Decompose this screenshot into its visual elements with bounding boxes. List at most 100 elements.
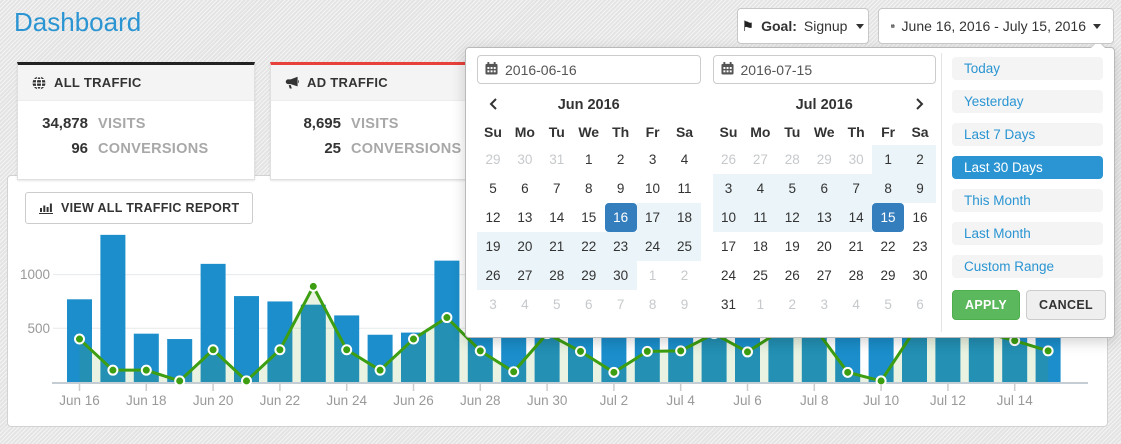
range-item-last-7-days[interactable]: Last 7 Days bbox=[952, 123, 1103, 146]
day-cell[interactable]: 26 bbox=[776, 261, 808, 290]
day-cell[interactable]: 21 bbox=[840, 232, 872, 261]
day-cell[interactable]: 5 bbox=[872, 290, 904, 319]
day-cell[interactable]: 14 bbox=[840, 203, 872, 232]
day-cell[interactable]: 5 bbox=[776, 174, 808, 203]
day-cell[interactable]: 10 bbox=[637, 174, 669, 203]
day-cell[interactable]: 8 bbox=[573, 174, 605, 203]
day-cell[interactable]: 20 bbox=[509, 232, 541, 261]
day-cell[interactable]: 11 bbox=[669, 174, 701, 203]
day-cell[interactable]: 25 bbox=[669, 232, 701, 261]
day-cell[interactable]: 6 bbox=[904, 290, 936, 319]
end-date-input[interactable] bbox=[713, 55, 937, 84]
day-cell[interactable]: 18 bbox=[669, 203, 701, 232]
day-cell[interactable]: 6 bbox=[573, 290, 605, 319]
day-cell[interactable]: 2 bbox=[669, 261, 701, 290]
date-range-button[interactable]: June 16, 2016 - July 15, 2016 bbox=[878, 8, 1114, 44]
day-cell[interactable]: 5 bbox=[477, 174, 509, 203]
day-cell[interactable]: 13 bbox=[808, 203, 840, 232]
day-cell[interactable]: 10 bbox=[713, 203, 745, 232]
day-cell[interactable]: 4 bbox=[509, 290, 541, 319]
day-cell[interactable]: 30 bbox=[840, 145, 872, 174]
day-cell[interactable]: 2 bbox=[904, 145, 936, 174]
day-cell[interactable]: 19 bbox=[776, 232, 808, 261]
day-cell[interactable]: 30 bbox=[605, 261, 637, 290]
day-cell[interactable]: 1 bbox=[744, 290, 776, 319]
day-cell[interactable]: 4 bbox=[669, 145, 701, 174]
day-cell[interactable]: 15 bbox=[872, 203, 904, 232]
day-cell[interactable]: 9 bbox=[605, 174, 637, 203]
day-cell[interactable]: 31 bbox=[541, 145, 573, 174]
range-item-custom-range[interactable]: Custom Range bbox=[952, 255, 1103, 278]
chevron-right-icon[interactable] bbox=[916, 98, 924, 110]
day-cell[interactable]: 29 bbox=[477, 145, 509, 174]
day-cell[interactable]: 1 bbox=[872, 145, 904, 174]
day-cell[interactable]: 30 bbox=[904, 261, 936, 290]
day-cell[interactable]: 16 bbox=[904, 203, 936, 232]
day-cell[interactable]: 7 bbox=[605, 290, 637, 319]
day-cell[interactable]: 20 bbox=[808, 232, 840, 261]
day-cell[interactable]: 15 bbox=[573, 203, 605, 232]
range-item-last-month[interactable]: Last Month bbox=[952, 222, 1103, 245]
day-cell[interactable]: 18 bbox=[744, 232, 776, 261]
day-cell[interactable]: 3 bbox=[808, 290, 840, 319]
day-cell[interactable]: 4 bbox=[840, 290, 872, 319]
day-cell[interactable]: 23 bbox=[904, 232, 936, 261]
range-item-this-month[interactable]: This Month bbox=[952, 189, 1103, 212]
day-cell[interactable]: 6 bbox=[808, 174, 840, 203]
day-cell[interactable]: 6 bbox=[509, 174, 541, 203]
day-cell[interactable]: 3 bbox=[713, 174, 745, 203]
prev-month-button[interactable] bbox=[477, 91, 509, 118]
day-cell[interactable]: 28 bbox=[840, 261, 872, 290]
day-cell[interactable]: 2 bbox=[605, 145, 637, 174]
goal-dropdown-button[interactable]: ⚑ Goal: Signup bbox=[737, 8, 869, 44]
day-cell[interactable]: 26 bbox=[477, 261, 509, 290]
day-cell[interactable]: 22 bbox=[872, 232, 904, 261]
day-cell[interactable]: 16 bbox=[605, 203, 637, 232]
chevron-left-icon[interactable] bbox=[489, 98, 497, 110]
day-cell[interactable]: 5 bbox=[541, 290, 573, 319]
day-cell[interactable]: 7 bbox=[840, 174, 872, 203]
day-cell[interactable]: 30 bbox=[509, 145, 541, 174]
day-cell[interactable]: 17 bbox=[713, 232, 745, 261]
next-month-button[interactable] bbox=[904, 91, 936, 118]
cancel-button[interactable]: CANCEL bbox=[1026, 290, 1106, 320]
day-cell[interactable]: 3 bbox=[637, 145, 669, 174]
day-cell[interactable]: 23 bbox=[605, 232, 637, 261]
day-cell[interactable]: 31 bbox=[713, 290, 745, 319]
day-cell[interactable]: 24 bbox=[713, 261, 745, 290]
day-cell[interactable]: 14 bbox=[541, 203, 573, 232]
day-cell[interactable]: 21 bbox=[541, 232, 573, 261]
day-cell[interactable]: 28 bbox=[541, 261, 573, 290]
day-cell[interactable]: 17 bbox=[637, 203, 669, 232]
range-item-today[interactable]: Today bbox=[952, 57, 1103, 80]
day-cell[interactable]: 12 bbox=[776, 203, 808, 232]
day-cell[interactable]: 26 bbox=[713, 145, 745, 174]
day-cell[interactable]: 22 bbox=[573, 232, 605, 261]
range-item-last-30-days[interactable]: Last 30 Days bbox=[952, 156, 1103, 179]
day-cell[interactable]: 9 bbox=[904, 174, 936, 203]
day-cell[interactable]: 8 bbox=[872, 174, 904, 203]
day-cell[interactable]: 1 bbox=[637, 261, 669, 290]
day-cell[interactable]: 29 bbox=[872, 261, 904, 290]
day-cell[interactable]: 2 bbox=[776, 290, 808, 319]
day-cell[interactable]: 29 bbox=[573, 261, 605, 290]
day-cell[interactable]: 28 bbox=[776, 145, 808, 174]
day-cell[interactable]: 7 bbox=[541, 174, 573, 203]
day-cell[interactable]: 12 bbox=[477, 203, 509, 232]
day-cell[interactable]: 24 bbox=[637, 232, 669, 261]
day-cell[interactable]: 25 bbox=[744, 261, 776, 290]
day-cell[interactable]: 1 bbox=[573, 145, 605, 174]
day-cell[interactable]: 19 bbox=[477, 232, 509, 261]
start-date-input[interactable] bbox=[477, 55, 701, 84]
apply-button[interactable]: APPLY bbox=[952, 290, 1020, 320]
day-cell[interactable]: 9 bbox=[669, 290, 701, 319]
day-cell[interactable]: 27 bbox=[808, 261, 840, 290]
day-cell[interactable]: 29 bbox=[808, 145, 840, 174]
day-cell[interactable]: 13 bbox=[509, 203, 541, 232]
view-all-traffic-report-button[interactable]: VIEW ALL TRAFFIC REPORT bbox=[25, 192, 253, 224]
day-cell[interactable]: 4 bbox=[744, 174, 776, 203]
day-cell[interactable]: 3 bbox=[477, 290, 509, 319]
day-cell[interactable]: 11 bbox=[744, 203, 776, 232]
range-item-yesterday[interactable]: Yesterday bbox=[952, 90, 1103, 113]
day-cell[interactable]: 27 bbox=[744, 145, 776, 174]
